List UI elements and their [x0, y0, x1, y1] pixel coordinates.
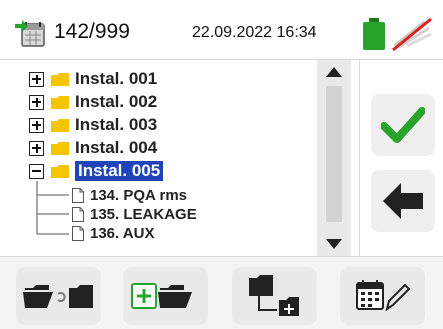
- date-time: 22.09.2022 16:34: [192, 24, 317, 41]
- folder-label: Instal. 002: [75, 92, 158, 111]
- tree-file-item[interactable]: 136. AUX: [72, 223, 154, 243]
- expand-plus-icon[interactable]: [29, 117, 44, 133]
- edit-date-button[interactable]: [340, 267, 425, 325]
- tree-file-item[interactable]: 135. LEAKAGE: [72, 204, 197, 224]
- new-folder-icon: [130, 283, 192, 309]
- scroll-thumb[interactable]: [326, 86, 342, 222]
- back-arrow-icon: [383, 183, 423, 219]
- scroll-up-button[interactable]: [317, 60, 351, 84]
- document-icon: [72, 225, 84, 241]
- folder-label: Instal. 005: [75, 161, 164, 181]
- record-counter: 142/999: [54, 20, 130, 43]
- tree-folder-item[interactable]: Instal. 001: [29, 68, 157, 90]
- battery-icon: [363, 18, 385, 50]
- new-subfolder-button[interactable]: [232, 267, 317, 325]
- rename-folder-icon: [22, 285, 93, 308]
- file-label: 136. AUX: [90, 224, 155, 242]
- rename-folder-button[interactable]: [16, 267, 101, 325]
- installation-tree: Instal. 001 Instal. 002 Instal. 003 Inst…: [0, 60, 360, 256]
- folder-icon: [51, 72, 69, 86]
- folder-icon: [51, 95, 69, 109]
- confirm-check-icon: [381, 107, 425, 143]
- tree-scrollbar[interactable]: [317, 60, 351, 256]
- scroll-down-button[interactable]: [317, 232, 351, 256]
- tree-folder-item[interactable]: Instal. 002: [29, 91, 157, 113]
- tree-file-item[interactable]: 134. PQA rms: [72, 185, 187, 205]
- wifi-off-icon: [392, 17, 432, 52]
- triangle-down-icon: [326, 239, 342, 249]
- expand-plus-icon[interactable]: [29, 94, 44, 110]
- tree-folder-item-selected[interactable]: Instal. 005: [29, 160, 164, 182]
- document-icon: [72, 206, 84, 222]
- folder-label: Instal. 001: [75, 69, 158, 88]
- file-label: 134. PQA rms: [90, 186, 187, 204]
- collapse-minus-icon[interactable]: [29, 163, 44, 179]
- folder-icon: [51, 141, 69, 155]
- expand-plus-icon[interactable]: [29, 140, 44, 156]
- back-button[interactable]: [371, 170, 435, 232]
- tree-folder-item[interactable]: Instal. 004: [29, 137, 157, 159]
- confirm-button[interactable]: [371, 94, 435, 156]
- new-folder-button[interactable]: [123, 267, 208, 325]
- status-bar: 142/999 22.09.2022 16:34: [0, 0, 443, 60]
- new-subfolder-icon: [248, 275, 299, 316]
- file-label: 135. LEAKAGE: [90, 205, 197, 223]
- folder-label: Instal. 003: [75, 115, 158, 134]
- bottom-toolbar: [0, 256, 443, 329]
- expand-plus-icon[interactable]: [29, 71, 44, 87]
- folder-icon: [51, 164, 69, 178]
- triangle-up-icon: [326, 67, 342, 77]
- memory-icon: [15, 20, 45, 47]
- document-icon: [72, 187, 84, 203]
- folder-label: Instal. 004: [75, 138, 158, 157]
- folder-icon: [51, 118, 69, 132]
- tree-folder-item[interactable]: Instal. 003: [29, 114, 157, 136]
- edit-calendar-icon: [355, 280, 410, 312]
